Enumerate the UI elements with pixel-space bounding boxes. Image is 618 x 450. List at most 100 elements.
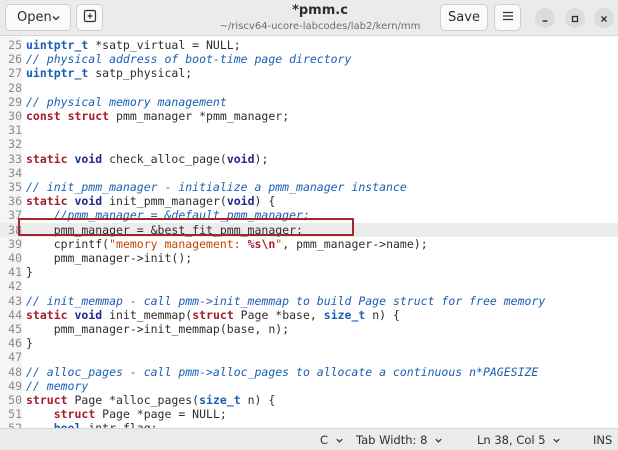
main-menu-button[interactable] [494, 4, 521, 31]
tab-width-selector[interactable]: Tab Width: 8 [356, 433, 443, 447]
line-number: 35 [8, 180, 22, 194]
code-token: init_pmm_manager( [102, 194, 227, 209]
close-button[interactable] [594, 8, 614, 28]
code-token: bool [54, 421, 82, 428]
code-text: // memory [26, 379, 88, 393]
code-line[interactable]: 32 [0, 137, 618, 151]
code-line[interactable]: 35 // init_pmm_manager - initialize a pmm… [0, 180, 618, 194]
line-number: 40 [8, 251, 22, 265]
line-number: 26 [8, 52, 22, 67]
code-line[interactable]: 42 [0, 279, 618, 293]
code-line[interactable]: 44 static void init_memmap(struct Page *b… [0, 308, 618, 322]
code-token: // physical address of boot-time page di… [26, 52, 352, 67]
code-token: static [26, 307, 68, 322]
code-line[interactable]: 26 // physical address of boot-time page … [0, 52, 618, 66]
code-token: // memory [26, 378, 89, 393]
code-line[interactable]: 25 uintptr_t *satp_virtual = NULL; [0, 38, 618, 52]
header-bar: Open *pmm.c ~/riscv64-ucore-labcodes/lab… [0, 0, 618, 36]
code-line[interactable]: 51 struct Page *page = NULL; [0, 407, 618, 421]
line-number: 28 [8, 80, 22, 95]
code-line[interactable]: 30 const struct pmm_manager *pmm_manager; [0, 109, 618, 123]
code-token: static [26, 194, 68, 209]
code-line[interactable]: 36 static void init_pmm_manager(void) { [0, 194, 618, 208]
code-line[interactable]: 39 cprintf("memory management: %s\n", pm… [0, 237, 618, 251]
maximize-button[interactable] [565, 8, 585, 28]
code-line[interactable]: 28 [0, 81, 618, 95]
code-line[interactable]: 31 [0, 123, 618, 137]
code-token: pmm_manager->init_memmap(base, n); [26, 322, 290, 336]
line-number: 44 [8, 307, 22, 322]
line-number: 31 [8, 123, 22, 138]
code-line[interactable]: 27 uintptr_t satp_physical; [0, 66, 618, 80]
code-line[interactable]: 43 // init_memmap - call pmm->init_memmap… [0, 294, 618, 308]
code-line[interactable]: 46} [0, 336, 618, 350]
code-token: //pmm_manager = &default_pmm_manager; [26, 208, 310, 223]
line-number: 34 [8, 165, 22, 180]
line-number: 42 [8, 279, 22, 294]
code-line[interactable]: 50 struct Page *alloc_pages(size_t n) { [0, 393, 618, 407]
cursor-position-label: Ln 38, Col 5 [477, 433, 546, 447]
insert-mode-indicator[interactable]: INS [593, 433, 612, 447]
code-line[interactable]: 34 [0, 166, 618, 180]
code-token: struct [192, 307, 234, 322]
chevron-down-icon [434, 434, 443, 448]
code-token: n) { [365, 307, 400, 322]
new-tab-button[interactable] [76, 4, 103, 31]
code-token: intr_flag; [81, 421, 157, 428]
code-text: uintptr_t *satp_virtual = NULL; [26, 38, 241, 52]
code-line[interactable]: 45 pmm_manager->init_memmap(base, n); [0, 322, 618, 336]
close-icon [599, 9, 609, 28]
language-selector[interactable]: C [320, 433, 344, 447]
code-token: // physical memory management [26, 94, 227, 109]
minimize-button[interactable] [535, 8, 555, 28]
code-editor[interactable]: 25 uintptr_t *satp_virtual = NULL; 26 // ph… [0, 37, 618, 428]
code-token: "memory management: [109, 236, 248, 251]
line-number: 52 [0, 421, 22, 428]
code-token: } [26, 265, 33, 280]
chevron-down-icon [51, 12, 61, 27]
cursor-position-selector[interactable]: Ln 38, Col 5 [477, 433, 561, 447]
line-number: 50 [8, 393, 22, 407]
code-line[interactable]: 33 static void check_alloc_page(void); [0, 152, 618, 166]
save-button[interactable]: Save [440, 4, 488, 31]
code-text: struct Page *page = NULL; [26, 407, 227, 421]
line-number: 43 [8, 293, 22, 308]
line-number: 41 [8, 265, 22, 280]
chevron-down-icon [335, 434, 344, 448]
code-text: } [26, 336, 33, 350]
document-path: ~/riscv64-ucore-labcodes/lab2/kern/mm [219, 21, 421, 32]
minimize-icon [540, 9, 550, 28]
code-token: const [26, 109, 61, 123]
code-line[interactable]: 41} [0, 265, 618, 279]
code-text: pmm_manager = &best_fit_pmm_manager; [26, 223, 303, 237]
code-line[interactable]: 37 //pmm_manager = &default_pmm_manager; [0, 208, 618, 222]
code-text: bool intr_flag; [26, 421, 158, 428]
code-token: Page *page = NULL; [95, 407, 227, 422]
code-token: n) { [240, 393, 276, 407]
code-token: } [26, 336, 33, 351]
code-line[interactable]: 29 // physical memory management [0, 95, 618, 109]
code-token: *satp_virtual = NULL; [88, 38, 241, 52]
code-line[interactable]: 40 pmm_manager->init(); [0, 251, 618, 265]
code-text: static void init_memmap(struct Page *bas… [26, 308, 400, 322]
open-button[interactable]: Open [5, 4, 71, 31]
code-line[interactable]: 38 pmm_manager = &best_fit_pmm_manager; [0, 222, 618, 237]
code-token: // alloc_pages - call pmm->alloc_pages t… [26, 364, 539, 379]
code-line[interactable]: 49 // memory [0, 379, 618, 393]
code-text: // alloc_pages - call pmm->alloc_pages t… [26, 365, 538, 379]
document-title: *pmm.c [292, 3, 348, 18]
code-line[interactable]: 48 // alloc_pages - call pmm->alloc_pages… [0, 365, 618, 379]
code-token: struct [53, 407, 96, 422]
code-text: pmm_manager->init(); [26, 251, 192, 265]
line-number: 33 [8, 151, 22, 166]
line-number: 45 [8, 322, 22, 336]
code-token: pmm_manager->init(); [26, 251, 193, 265]
code-line[interactable]: 47 [0, 350, 618, 364]
line-number: 46 [8, 336, 22, 351]
code-text: //pmm_manager = &default_pmm_manager; [26, 208, 310, 222]
hamburger-menu-icon [502, 10, 514, 25]
code-line[interactable]: 52 bool intr_flag; [0, 421, 618, 428]
code-token: struct [26, 393, 68, 407]
code-token: size_t [199, 393, 241, 407]
